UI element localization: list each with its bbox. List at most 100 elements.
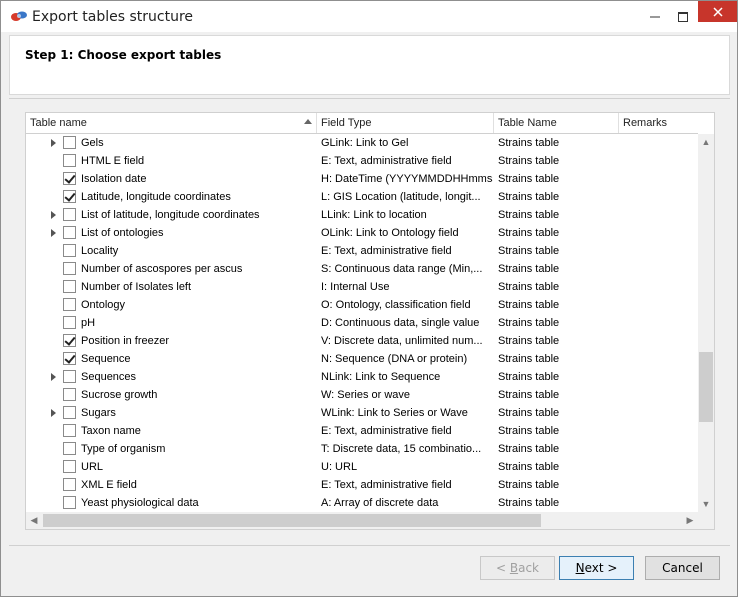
table-row[interactable]: Yeast physiological data A: Array of disc… bbox=[26, 494, 698, 512]
cell-table-name: pH bbox=[81, 317, 96, 329]
cell-table-name: XML E field bbox=[81, 479, 137, 491]
expand-arrow-icon[interactable] bbox=[51, 211, 56, 219]
cell-table-name: List of ontologies bbox=[81, 227, 164, 239]
cancel-button[interactable]: Cancel bbox=[645, 556, 720, 580]
vertical-scrollbar[interactable]: ▲ ▼ bbox=[698, 134, 714, 512]
expand-arrow-icon[interactable] bbox=[51, 409, 56, 417]
cell-table: Strains table bbox=[498, 461, 560, 473]
table-row[interactable]: Type of organism T: Discrete data, 15 com… bbox=[26, 440, 698, 458]
table-row[interactable]: List of latitude, longitude coordinates L… bbox=[26, 206, 698, 224]
column-header-remarks[interactable]: Remarks bbox=[619, 113, 698, 133]
horizontal-scroll-thumb[interactable] bbox=[43, 514, 541, 527]
cell-table: Strains table bbox=[498, 353, 560, 365]
table-row[interactable]: Number of Isolates left I: Internal Use St… bbox=[26, 278, 698, 296]
expand-arrow-icon[interactable] bbox=[51, 139, 56, 147]
table-row[interactable]: Isolation date H: DateTime (YYYYMMDDHHmms… bbox=[26, 170, 698, 188]
cell-field-type: GLink: Link to Gel bbox=[321, 137, 409, 149]
cell-table: Strains table bbox=[498, 173, 560, 185]
cell-remarks bbox=[623, 369, 693, 385]
scroll-up-icon[interactable]: ▲ bbox=[698, 134, 714, 150]
cell-table: Strains table bbox=[498, 479, 560, 491]
cell-table: Strains table bbox=[498, 209, 560, 221]
row-checkbox[interactable] bbox=[63, 388, 76, 401]
cell-remarks bbox=[623, 153, 693, 169]
row-checkbox[interactable] bbox=[63, 316, 76, 329]
row-checkbox[interactable] bbox=[63, 460, 76, 473]
column-header-table-name[interactable]: Table name bbox=[26, 113, 317, 133]
row-checkbox[interactable] bbox=[63, 280, 76, 293]
table-row[interactable]: pH D: Continuous data, single value Strain… bbox=[26, 314, 698, 332]
row-checkbox[interactable] bbox=[63, 262, 76, 275]
scroll-down-icon[interactable]: ▼ bbox=[698, 496, 714, 512]
table-row[interactable]: Gels GLink: Link to Gel Strains table bbox=[26, 134, 698, 152]
column-header-label: Field Type bbox=[321, 117, 372, 129]
cell-table: Strains table bbox=[498, 281, 560, 293]
row-checkbox[interactable] bbox=[63, 190, 76, 203]
table-row[interactable]: Locality E: Text, administrative field Str… bbox=[26, 242, 698, 260]
cell-table: Strains table bbox=[498, 407, 560, 419]
row-checkbox[interactable] bbox=[63, 298, 76, 311]
vertical-scroll-thumb[interactable] bbox=[699, 352, 713, 422]
scroll-right-icon[interactable]: ▶ bbox=[682, 512, 698, 529]
row-checkbox[interactable] bbox=[63, 334, 76, 347]
back-button[interactable]: < Back bbox=[480, 556, 555, 580]
table-row[interactable]: Sugars WLink: Link to Series or Wave Strai… bbox=[26, 404, 698, 422]
row-checkbox[interactable] bbox=[63, 496, 76, 509]
column-header-field-type[interactable]: Field Type bbox=[317, 113, 494, 133]
scroll-left-icon[interactable]: ◀ bbox=[26, 512, 42, 529]
table-row[interactable]: URL U: URL Strains table bbox=[26, 458, 698, 476]
cell-table-name: Taxon name bbox=[81, 425, 141, 437]
cell-field-type: U: URL bbox=[321, 461, 358, 473]
table-row[interactable]: Latitude, longitude coordinates L: GIS Lo… bbox=[26, 188, 698, 206]
table-row[interactable]: HTML E field E: Text, administrative fiel… bbox=[26, 152, 698, 170]
cell-remarks bbox=[623, 261, 693, 277]
row-checkbox[interactable] bbox=[63, 244, 76, 257]
row-checkbox[interactable] bbox=[63, 424, 76, 437]
close-button[interactable] bbox=[698, 1, 737, 22]
row-checkbox[interactable] bbox=[63, 442, 76, 455]
row-checkbox[interactable] bbox=[63, 478, 76, 491]
table-row[interactable]: Sequence N: Sequence (DNA or protein) Stra… bbox=[26, 350, 698, 368]
cell-table-name: Latitude, longitude coordinates bbox=[81, 191, 231, 203]
row-checkbox[interactable] bbox=[63, 352, 76, 365]
expand-arrow-icon[interactable] bbox=[51, 373, 56, 381]
table-row[interactable]: Ontology O: Ontology, classification fiel… bbox=[26, 296, 698, 314]
next-button[interactable]: Next > bbox=[559, 556, 634, 580]
row-checkbox[interactable] bbox=[63, 136, 76, 149]
row-checkbox[interactable] bbox=[63, 154, 76, 167]
table-row[interactable]: List of ontologies OLink: Link to Ontolog… bbox=[26, 224, 698, 242]
row-checkbox[interactable] bbox=[63, 406, 76, 419]
table-row[interactable]: Taxon name E: Text, administrative field S… bbox=[26, 422, 698, 440]
cell-table-name: Sequence bbox=[81, 353, 131, 365]
row-checkbox[interactable] bbox=[63, 208, 76, 221]
cell-table-name: Yeast physiological data bbox=[81, 497, 199, 509]
horizontal-scrollbar[interactable]: ◀ ▶ bbox=[26, 512, 698, 529]
row-checkbox[interactable] bbox=[63, 226, 76, 239]
minimize-button[interactable] bbox=[641, 1, 669, 32]
cancel-button-label: Cancel bbox=[662, 561, 703, 575]
cell-remarks bbox=[623, 495, 693, 511]
cell-remarks bbox=[623, 387, 693, 403]
cell-remarks bbox=[623, 477, 693, 493]
row-checkbox[interactable] bbox=[63, 172, 76, 185]
step-title: Step 1: Choose export tables bbox=[25, 48, 222, 62]
column-header-table-name-2[interactable]: Table Name bbox=[494, 113, 619, 133]
column-header-label: Remarks bbox=[623, 117, 668, 129]
table-row[interactable]: Sequences NLink: Link to Sequence Strains … bbox=[26, 368, 698, 386]
cell-field-type: LLink: Link to location bbox=[321, 209, 427, 221]
table-row[interactable]: Position in freezer V: Discrete data, unl… bbox=[26, 332, 698, 350]
row-checkbox[interactable] bbox=[63, 370, 76, 383]
cell-field-type: S: Continuous data range (Min,... bbox=[321, 263, 483, 275]
expand-arrow-icon[interactable] bbox=[51, 229, 56, 237]
footer-divider bbox=[9, 545, 730, 546]
table-row[interactable]: Number of ascospores per ascus S: Continu… bbox=[26, 260, 698, 278]
cell-field-type: H: DateTime (YYYYMMDDHHmmss) bbox=[321, 173, 493, 185]
cell-table-name: Sequences bbox=[81, 371, 137, 383]
table-row[interactable]: XML E field E: Text, administrative field… bbox=[26, 476, 698, 494]
tables-grid: Table name Field Type Table Name Remarks… bbox=[25, 112, 715, 530]
cell-field-type: NLink: Link to Sequence bbox=[321, 371, 441, 383]
cell-remarks bbox=[623, 279, 693, 295]
table-row[interactable]: Sucrose growth W: Series or wave Strains t… bbox=[26, 386, 698, 404]
minimize-icon bbox=[650, 16, 660, 17]
maximize-button[interactable] bbox=[669, 1, 697, 32]
